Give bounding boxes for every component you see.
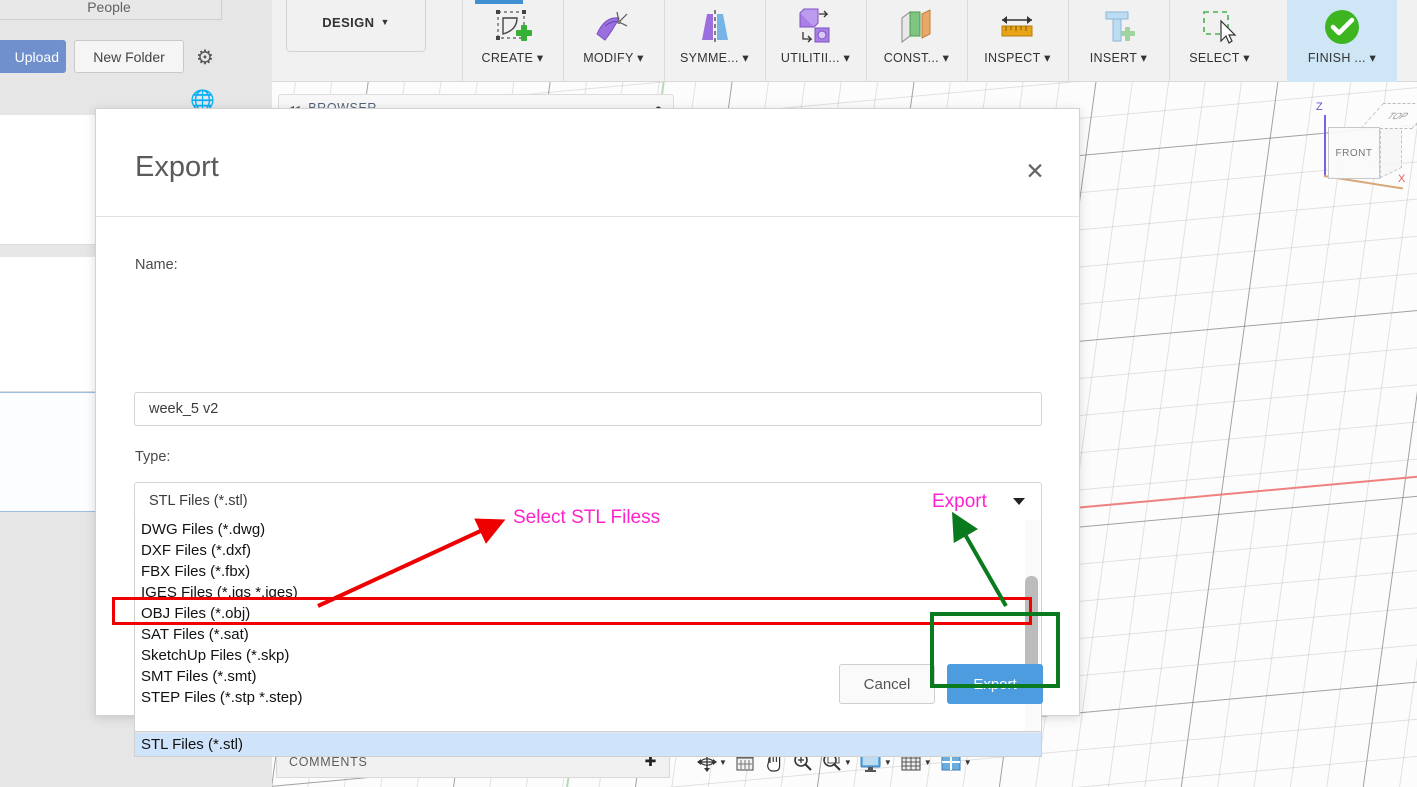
list-item[interactable]: DXF Files (*.dxf) <box>135 540 1041 561</box>
left-panel-toolbar: Upload New Folder ⚙ <box>0 40 272 76</box>
type-select-value: STL Files (*.stl) <box>149 493 248 509</box>
ribbon-tool-create[interactable]: CREATE ▾ <box>462 0 562 82</box>
viewcube-front-face[interactable]: FRONT <box>1328 127 1380 179</box>
measure-ruler-icon <box>996 6 1040 50</box>
design-ribbon: DESIGN ▼ CREATE ▾ MODIFY ▾ SYMME... ▾ UT… <box>272 0 1417 82</box>
ribbon-tool-label: INSERT ▾ <box>1089 51 1148 65</box>
list-item-highlighted[interactable]: STL Files (*.stl) <box>134 732 1042 757</box>
viewcube-z-axis <box>1324 115 1326 177</box>
chevron-down-icon: ▼ <box>380 17 390 27</box>
insert-mcmaster-icon <box>1098 6 1140 50</box>
name-label: Name: <box>135 257 178 273</box>
ribbon-tool-label: SYMME... ▾ <box>679 51 749 65</box>
view-cube[interactable]: Z X TOP FRONT <box>1310 101 1417 200</box>
cancel-button[interactable]: Cancel <box>839 664 935 704</box>
select-cursor-icon <box>1198 6 1242 50</box>
ribbon-tool-label: MODIFY ▾ <box>583 51 644 65</box>
ribbon-tool-utilities[interactable]: UTILITII... ▾ <box>765 0 865 82</box>
ribbon-tool-label: INSPECT ▾ <box>984 51 1051 65</box>
dialog-header: Export ✕ <box>96 109 1079 217</box>
close-icon[interactable]: ✕ <box>1021 157 1049 185</box>
ribbon-tool-construct[interactable]: CONST... ▾ <box>866 0 966 82</box>
ribbon-tool-inspect[interactable]: INSPECT ▾ <box>967 0 1067 82</box>
chevron-down-icon[interactable]: ▼ <box>844 758 852 767</box>
symmetry-icon <box>694 6 736 50</box>
construct-plane-icon <box>896 6 938 50</box>
modify-form-icon <box>593 6 635 50</box>
design-menu-label: DESIGN <box>322 14 375 30</box>
name-input-value: week_5 v2 <box>149 401 219 417</box>
ribbon-tool-label: SELECT ▾ <box>1189 51 1250 65</box>
ribbon-tool-label: CREATE ▾ <box>481 51 544 65</box>
new-folder-button[interactable]: New Folder <box>74 40 184 73</box>
viewcube-top-face[interactable]: TOP <box>1359 103 1417 129</box>
ribbon-tool-finish[interactable]: FINISH ... ▾ <box>1287 0 1397 82</box>
chevron-down-icon[interactable]: ▼ <box>884 758 892 767</box>
ribbon-tool-select[interactable]: SELECT ▾ <box>1169 0 1269 82</box>
tab-people[interactable]: People <box>0 0 222 20</box>
annotation-select-text: Select STL Filess <box>513 507 661 528</box>
name-input[interactable]: week_5 v2 <box>134 392 1042 426</box>
chevron-down-icon[interactable] <box>997 483 1041 519</box>
dialog-title: Export <box>135 151 219 183</box>
ribbon-tool-label: UTILITII... ▾ <box>780 51 851 65</box>
finish-check-icon <box>1321 6 1363 50</box>
list-item[interactable]: SAT Files (*.sat) <box>135 624 1041 645</box>
upload-button[interactable]: Upload <box>0 40 66 73</box>
list-item[interactable]: FBX Files (*.fbx) <box>135 561 1041 582</box>
annotation-export-text: Export <box>932 491 987 512</box>
utilities-icon <box>795 6 837 50</box>
chevron-down-icon[interactable]: ▼ <box>964 758 972 767</box>
annotation-red-rectangle <box>112 597 1032 625</box>
annotation-green-rectangle <box>930 612 1060 688</box>
type-label: Type: <box>135 449 171 465</box>
ribbon-tool-label: FINISH ... ▾ <box>1307 51 1377 65</box>
chevron-down-icon[interactable]: ▼ <box>719 758 727 767</box>
gear-icon[interactable]: ⚙ <box>196 45 214 70</box>
ribbon-tool-symmetry[interactable]: SYMME... ▾ <box>664 0 764 82</box>
viewcube-x-label: X <box>1398 173 1406 185</box>
ribbon-tool-label: CONST... ▾ <box>883 51 950 65</box>
screenshot-root: Z X TOP FRONT People Upload New Folder ⚙… <box>0 0 1417 787</box>
create-sketch-icon <box>492 6 534 50</box>
viewcube-z-label: Z <box>1316 101 1323 113</box>
chevron-down-icon[interactable]: ▼ <box>924 758 932 767</box>
ribbon-tool-modify[interactable]: MODIFY ▾ <box>563 0 663 82</box>
ribbon-tool-insert[interactable]: INSERT ▾ <box>1068 0 1168 82</box>
design-workspace-menu[interactable]: DESIGN ▼ <box>286 0 426 52</box>
